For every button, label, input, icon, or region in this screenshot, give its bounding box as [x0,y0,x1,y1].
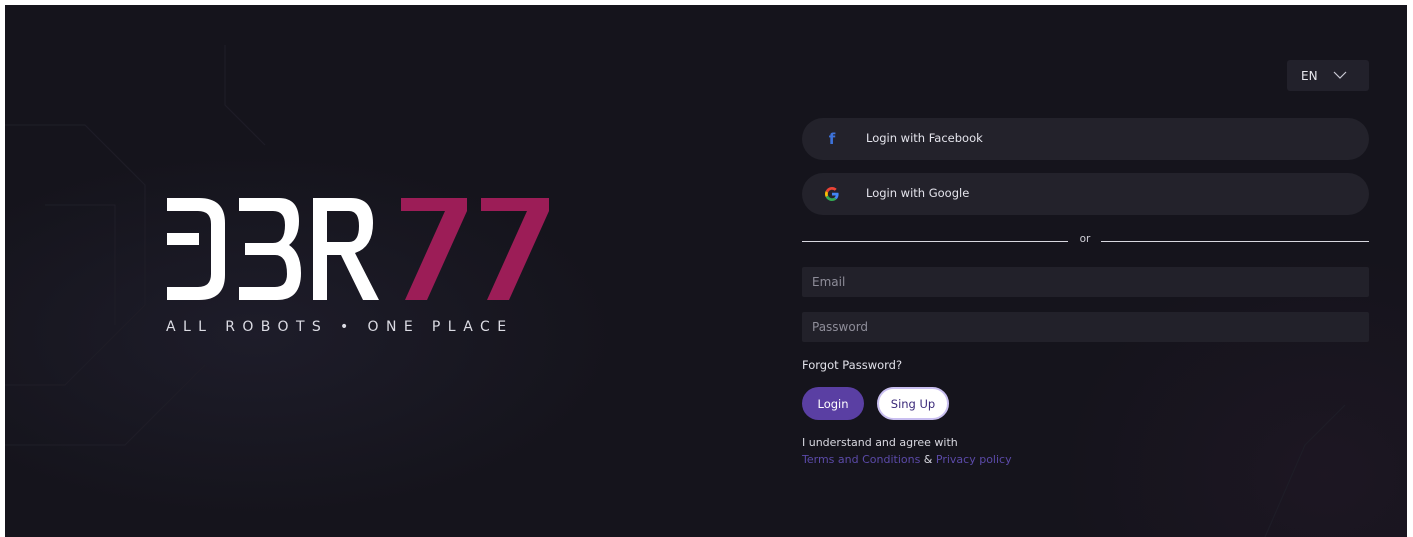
facebook-icon: f [828,130,836,148]
email-field[interactable] [802,267,1369,297]
logo-seven-1 [401,198,467,300]
password-field[interactable] [802,312,1369,342]
logo-letter-b [239,198,301,300]
chevron-down-icon [1333,71,1347,79]
signup-button[interactable]: Sing Up [877,387,949,420]
agree-text: I understand and agree with [802,436,958,449]
google-button-label: Login with Google [866,186,970,200]
login-google-button[interactable]: Login with Google [802,173,1369,215]
logo-seven-2 [481,198,549,300]
logo-letter-r [313,198,379,300]
login-button[interactable]: Login [802,387,864,420]
login-facebook-button[interactable]: f Login with Facebook [802,118,1369,160]
ampersand-text: & [920,453,936,466]
terms-link[interactable]: Terms and Conditions [802,453,920,466]
facebook-button-label: Login with Facebook [866,131,983,145]
divider-line-left [802,241,1068,242]
privacy-link[interactable]: Privacy policy [936,453,1012,466]
divider-line-right [1101,241,1369,242]
logo-letter-d [167,198,225,300]
forgot-password-link[interactable]: Forgot Password? [802,358,902,372]
divider-text: or [1079,233,1091,245]
legal-links: Terms and Conditions & Privacy policy [802,453,1012,466]
language-value: EN [1301,68,1318,83]
google-icon [822,184,842,204]
login-page: ALL ROBOTS • ONE PLACE EN f Login with F… [5,5,1407,537]
brand-tagline: ALL ROBOTS • ONE PLACE [166,319,514,335]
language-selector[interactable]: EN [1287,60,1369,91]
dbr77-logo [167,198,549,300]
